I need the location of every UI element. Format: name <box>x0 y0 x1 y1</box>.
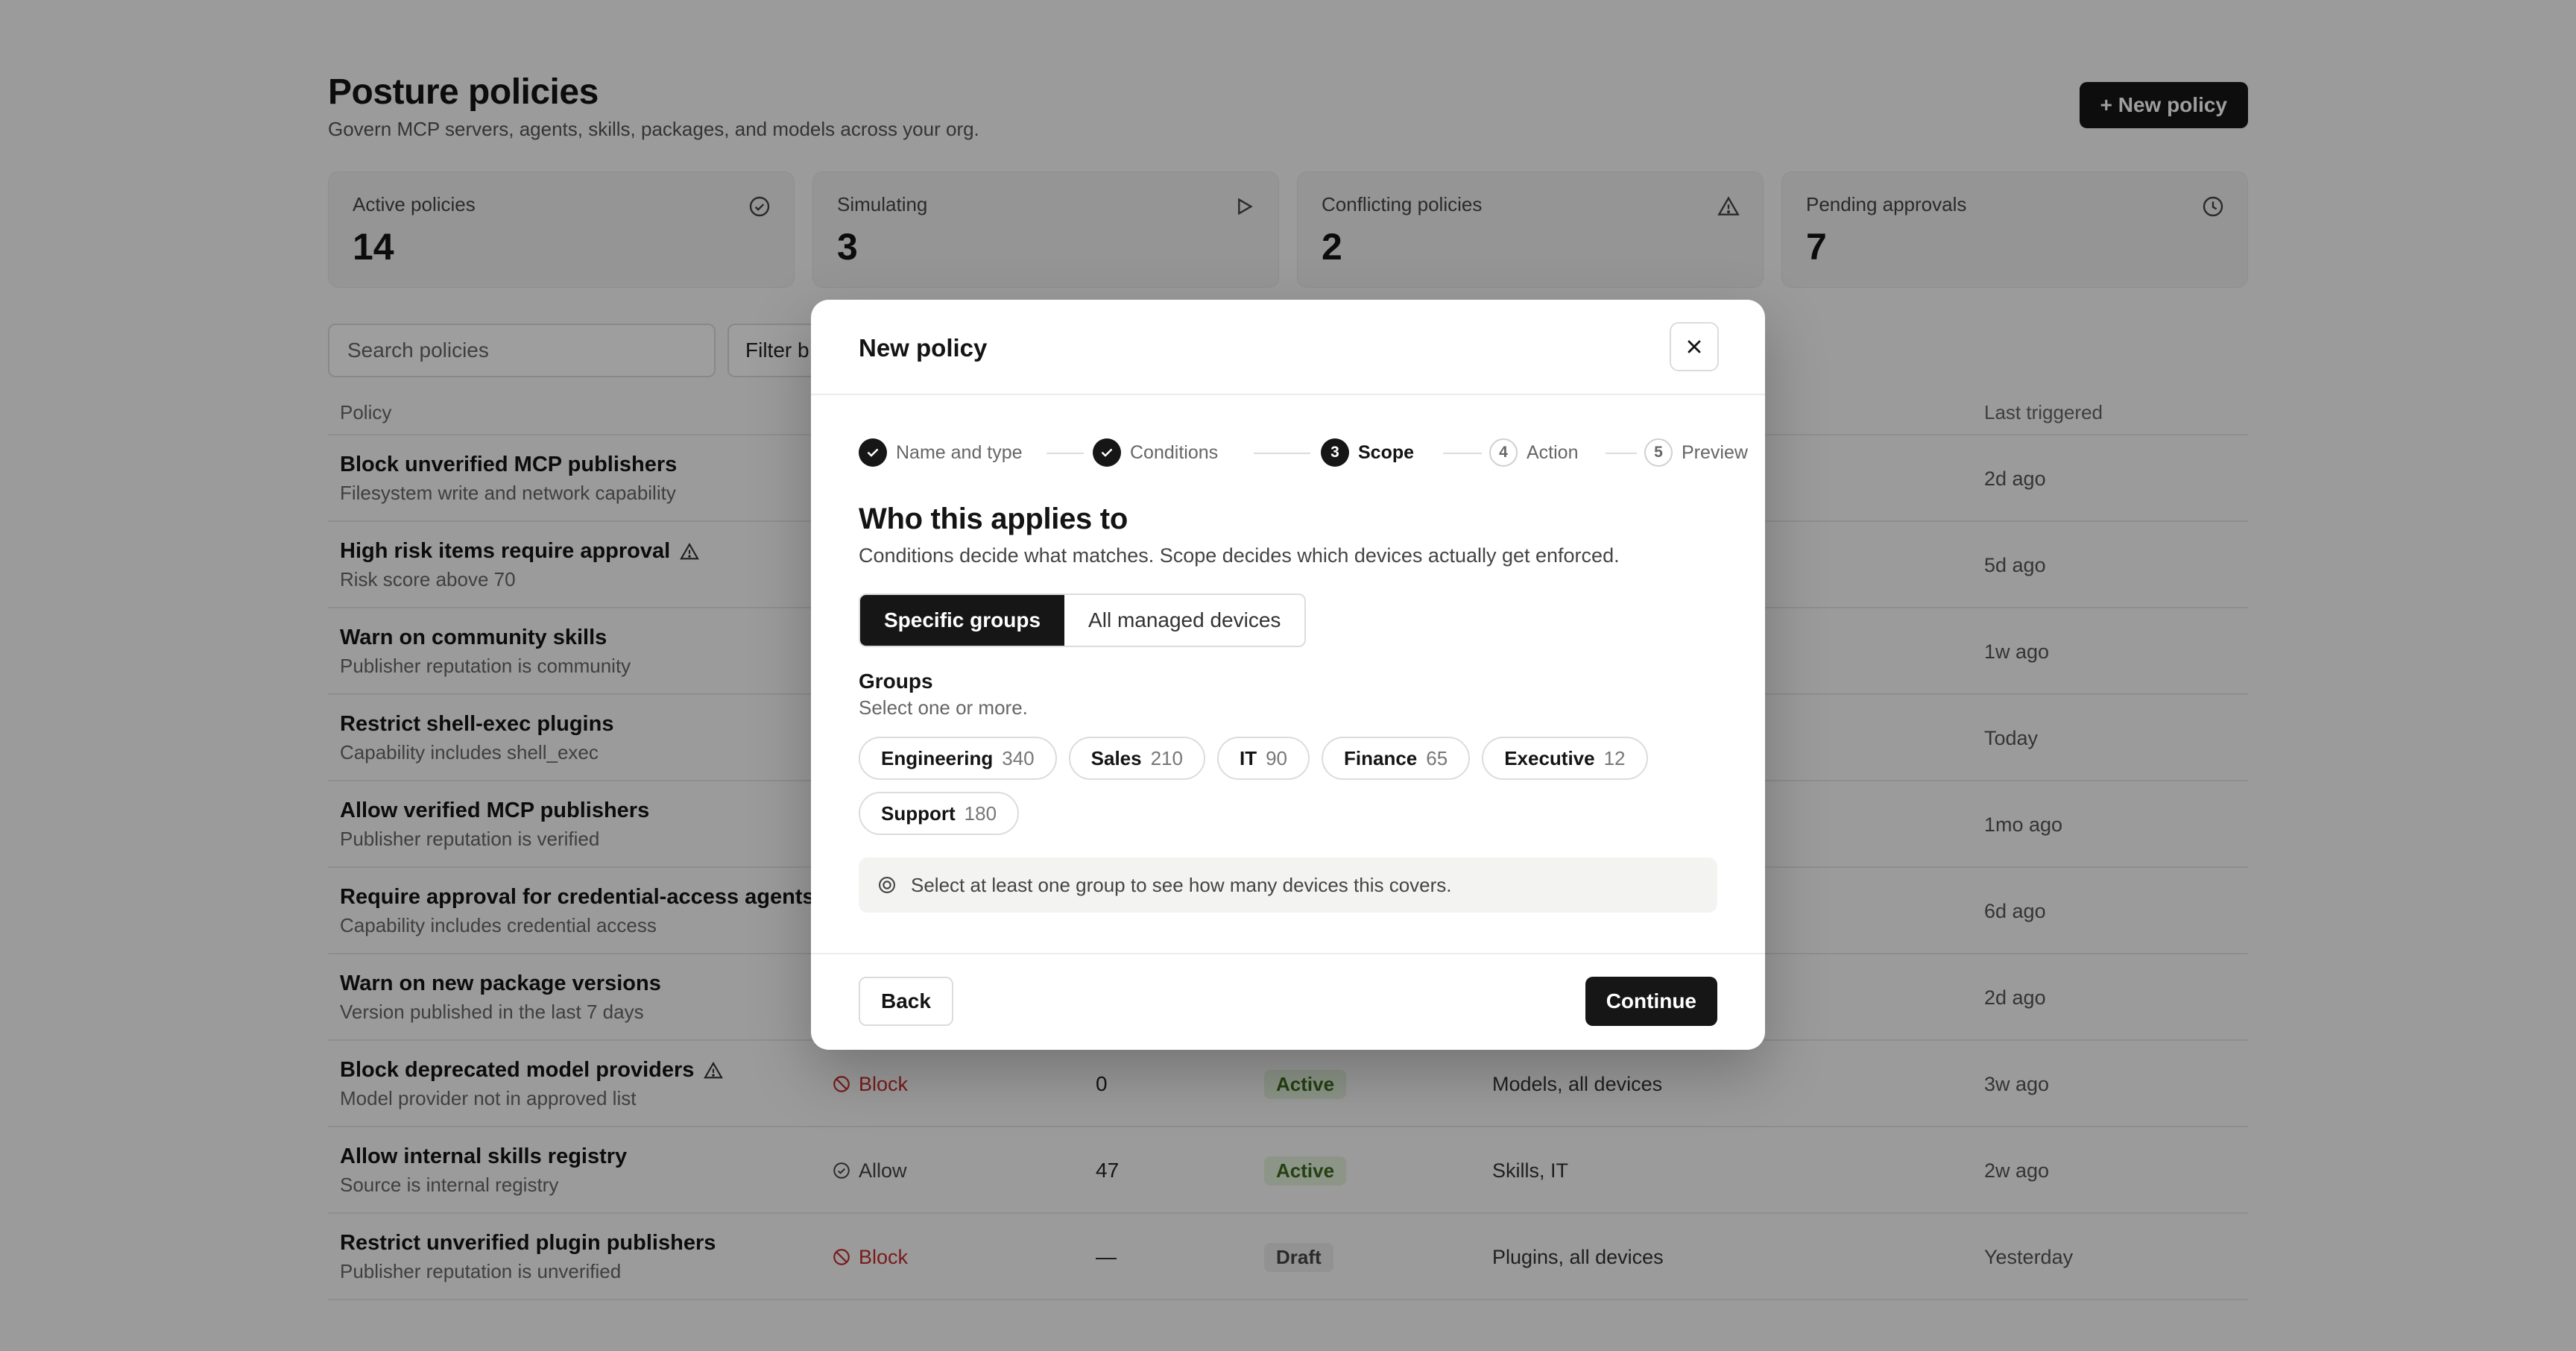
scope-segmented-control: Specific groups All managed devices <box>859 593 1307 647</box>
step-name-and-type[interactable]: Name and type <box>859 438 1023 467</box>
modal-header: New policy <box>811 300 1765 395</box>
step-action[interactable]: 4 Action <box>1489 438 1578 467</box>
section-subtitle: Conditions decide what matches. Scope de… <box>859 544 1620 567</box>
coverage-info: Select at least one group to see how man… <box>859 857 1717 913</box>
chip-name: IT <box>1239 746 1257 769</box>
section-title: Who this applies to <box>859 503 1128 535</box>
step-number: 3 <box>1321 438 1349 467</box>
step-number: 5 <box>1644 438 1673 467</box>
coverage-info-text: Select at least one group to see how man… <box>911 873 1452 896</box>
step-connector <box>1606 453 1637 454</box>
back-button[interactable]: Back <box>859 977 953 1026</box>
group-chip-finance[interactable]: Finance 65 <box>1322 737 1471 780</box>
step-preview[interactable]: 5 Preview <box>1644 438 1748 467</box>
chip-name: Finance <box>1344 746 1418 769</box>
continue-button[interactable]: Continue <box>1585 977 1717 1026</box>
chip-count: 12 <box>1603 746 1626 769</box>
target-icon <box>879 877 895 893</box>
step-label: Conditions <box>1130 441 1219 463</box>
chip-count: 210 <box>1150 746 1183 769</box>
groups-hint: Select one or more. <box>859 696 1028 719</box>
step-done-marker <box>1093 438 1121 467</box>
stepper: Name and type Conditions 3 Scope 4 Actio… <box>859 438 1748 468</box>
step-label: Action <box>1527 441 1579 463</box>
chip-name: Support <box>881 802 956 825</box>
step-connector <box>1443 453 1482 454</box>
groups-label: Groups <box>859 670 933 693</box>
step-scope[interactable]: 3 Scope <box>1321 438 1414 467</box>
check-icon <box>867 449 879 457</box>
check-icon <box>1101 449 1113 457</box>
chip-count: 180 <box>964 802 997 825</box>
chip-name: Engineering <box>881 746 994 769</box>
step-label: Scope <box>1358 441 1415 463</box>
group-chip-support[interactable]: Support 180 <box>859 792 1020 835</box>
chip-name: Sales <box>1090 746 1142 769</box>
group-chip-engineering[interactable]: Engineering 340 <box>859 737 1057 780</box>
close-button[interactable] <box>1670 322 1719 371</box>
modal-title: New policy <box>859 334 988 362</box>
chip-count: 340 <box>1002 746 1035 769</box>
group-chip-executive[interactable]: Executive 12 <box>1482 737 1648 780</box>
chip-count: 90 <box>1266 746 1288 769</box>
group-chip-it[interactable]: IT 90 <box>1216 737 1310 780</box>
close-icon <box>1688 340 1701 353</box>
step-done-marker <box>859 438 887 467</box>
new-policy-modal: New policy Name and type Conditions 3 Sc… <box>811 300 1765 1050</box>
step-connector <box>1254 453 1310 454</box>
chip-name: Executive <box>1504 746 1595 769</box>
step-label: Name and type <box>896 441 1023 463</box>
modal-footer: Back Continue <box>811 953 1765 1050</box>
specific-groups-option[interactable]: Specific groups <box>860 595 1065 646</box>
all-managed-devices-option[interactable]: All managed devices <box>1064 595 1305 646</box>
step-conditions[interactable]: Conditions <box>1093 438 1218 467</box>
chip-count: 65 <box>1426 746 1448 769</box>
group-chips: Engineering 340 Sales 210 IT 90 Finance … <box>859 737 1717 835</box>
step-number: 4 <box>1489 438 1518 467</box>
step-label: Preview <box>1682 441 1748 463</box>
step-connector <box>1046 453 1084 454</box>
group-chip-sales[interactable]: Sales 210 <box>1068 737 1205 780</box>
